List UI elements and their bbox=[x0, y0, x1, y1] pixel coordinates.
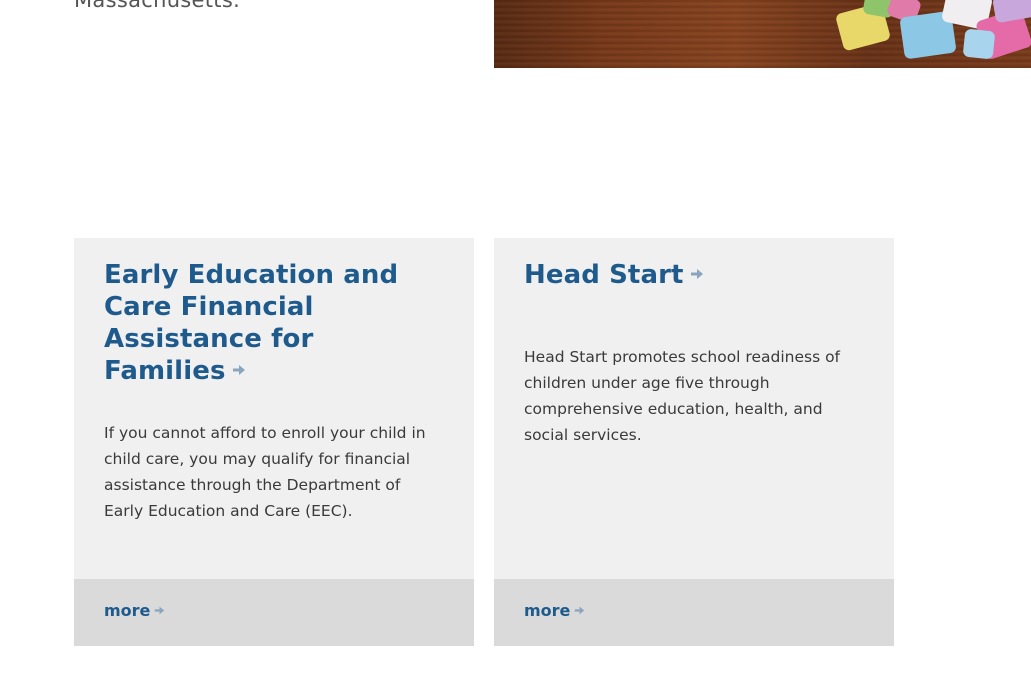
intro-text: Massachusetts. bbox=[74, 0, 241, 12]
card-title-text: Early Education and Care Financial Assis… bbox=[104, 260, 399, 386]
card-description: Head Start promotes school readiness of … bbox=[524, 348, 841, 444]
card-title-link[interactable]: Head Start bbox=[524, 259, 864, 291]
card-financial-assistance: Early Education and Care Financial Assis… bbox=[74, 238, 474, 646]
card-body: Head Start Head Start promotes school re… bbox=[524, 259, 864, 448]
card-body: Early Education and Care Financial Assis… bbox=[104, 259, 444, 524]
arrow-right-icon bbox=[232, 364, 245, 375]
arrow-right-icon bbox=[690, 268, 703, 279]
puzzle-piece-lightblue bbox=[962, 28, 996, 60]
card-title-link[interactable]: Early Education and Care Financial Assis… bbox=[104, 259, 434, 387]
arrow-right-icon bbox=[155, 606, 165, 615]
card-title-text: Head Start bbox=[524, 260, 684, 290]
page: Massachusetts. Early Education and Care … bbox=[0, 0, 1031, 698]
card-footer: more bbox=[494, 579, 894, 646]
more-label: more bbox=[524, 601, 571, 620]
hero-image bbox=[494, 0, 1031, 68]
more-link[interactable]: more bbox=[104, 601, 165, 620]
more-link[interactable]: more bbox=[524, 601, 585, 620]
card-description: If you cannot afford to enroll your chil… bbox=[104, 424, 426, 520]
more-label: more bbox=[104, 601, 151, 620]
card-footer: more bbox=[74, 579, 474, 646]
arrow-right-icon bbox=[575, 606, 585, 615]
card-head-start: Head Start Head Start promotes school re… bbox=[494, 238, 894, 646]
